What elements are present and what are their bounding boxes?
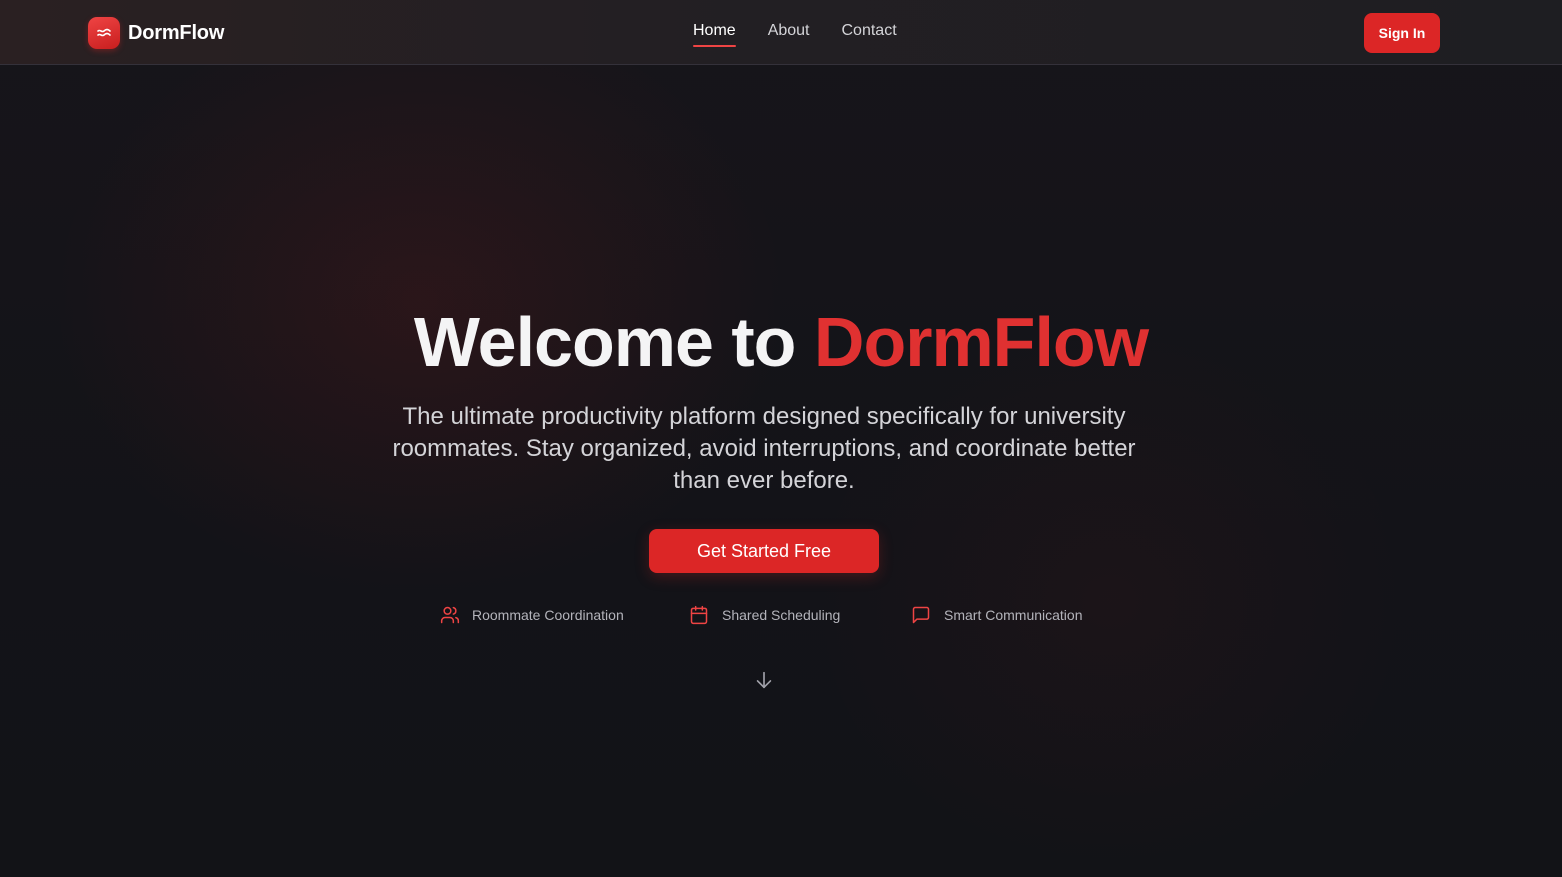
nav-link-contact[interactable]: Contact bbox=[842, 22, 897, 46]
users-icon bbox=[440, 605, 460, 625]
message-square-icon bbox=[911, 605, 931, 625]
hero-subtitle: The ultimate productivity platform desig… bbox=[392, 403, 1136, 494]
calendar-icon bbox=[689, 605, 709, 625]
feature-roommate-coordination: Roommate Coordination bbox=[440, 604, 624, 626]
arrow-down-icon[interactable] bbox=[753, 669, 775, 691]
feature-label: Smart Communication bbox=[944, 607, 1083, 623]
feature-label: Shared Scheduling bbox=[722, 607, 841, 623]
feature-smart-communication: Smart Communication bbox=[911, 604, 1083, 626]
brand-name: DormFlow bbox=[128, 21, 225, 44]
waves-logo-icon bbox=[88, 17, 120, 49]
hero-title: Welcome to DormFlow bbox=[0, 300, 1562, 384]
nav-link-about[interactable]: About bbox=[768, 22, 810, 46]
get-started-button[interactable]: Get Started Free bbox=[649, 529, 879, 573]
hero-title-accent: DormFlow bbox=[813, 303, 1149, 381]
hero-title-prefix: Welcome to bbox=[413, 303, 814, 381]
navbar: DormFlow Home About Contact Sign In bbox=[0, 0, 1562, 65]
nav-links: Home About Contact bbox=[693, 22, 897, 47]
nav-link-home[interactable]: Home bbox=[693, 22, 736, 47]
landing-page: DormFlow Home About Contact Sign In Welc… bbox=[0, 0, 1562, 877]
feature-shared-scheduling: Shared Scheduling bbox=[689, 604, 840, 626]
feature-label: Roommate Coordination bbox=[472, 607, 624, 623]
brand[interactable]: DormFlow bbox=[88, 17, 224, 49]
sign-in-button[interactable]: Sign In bbox=[1364, 13, 1440, 53]
